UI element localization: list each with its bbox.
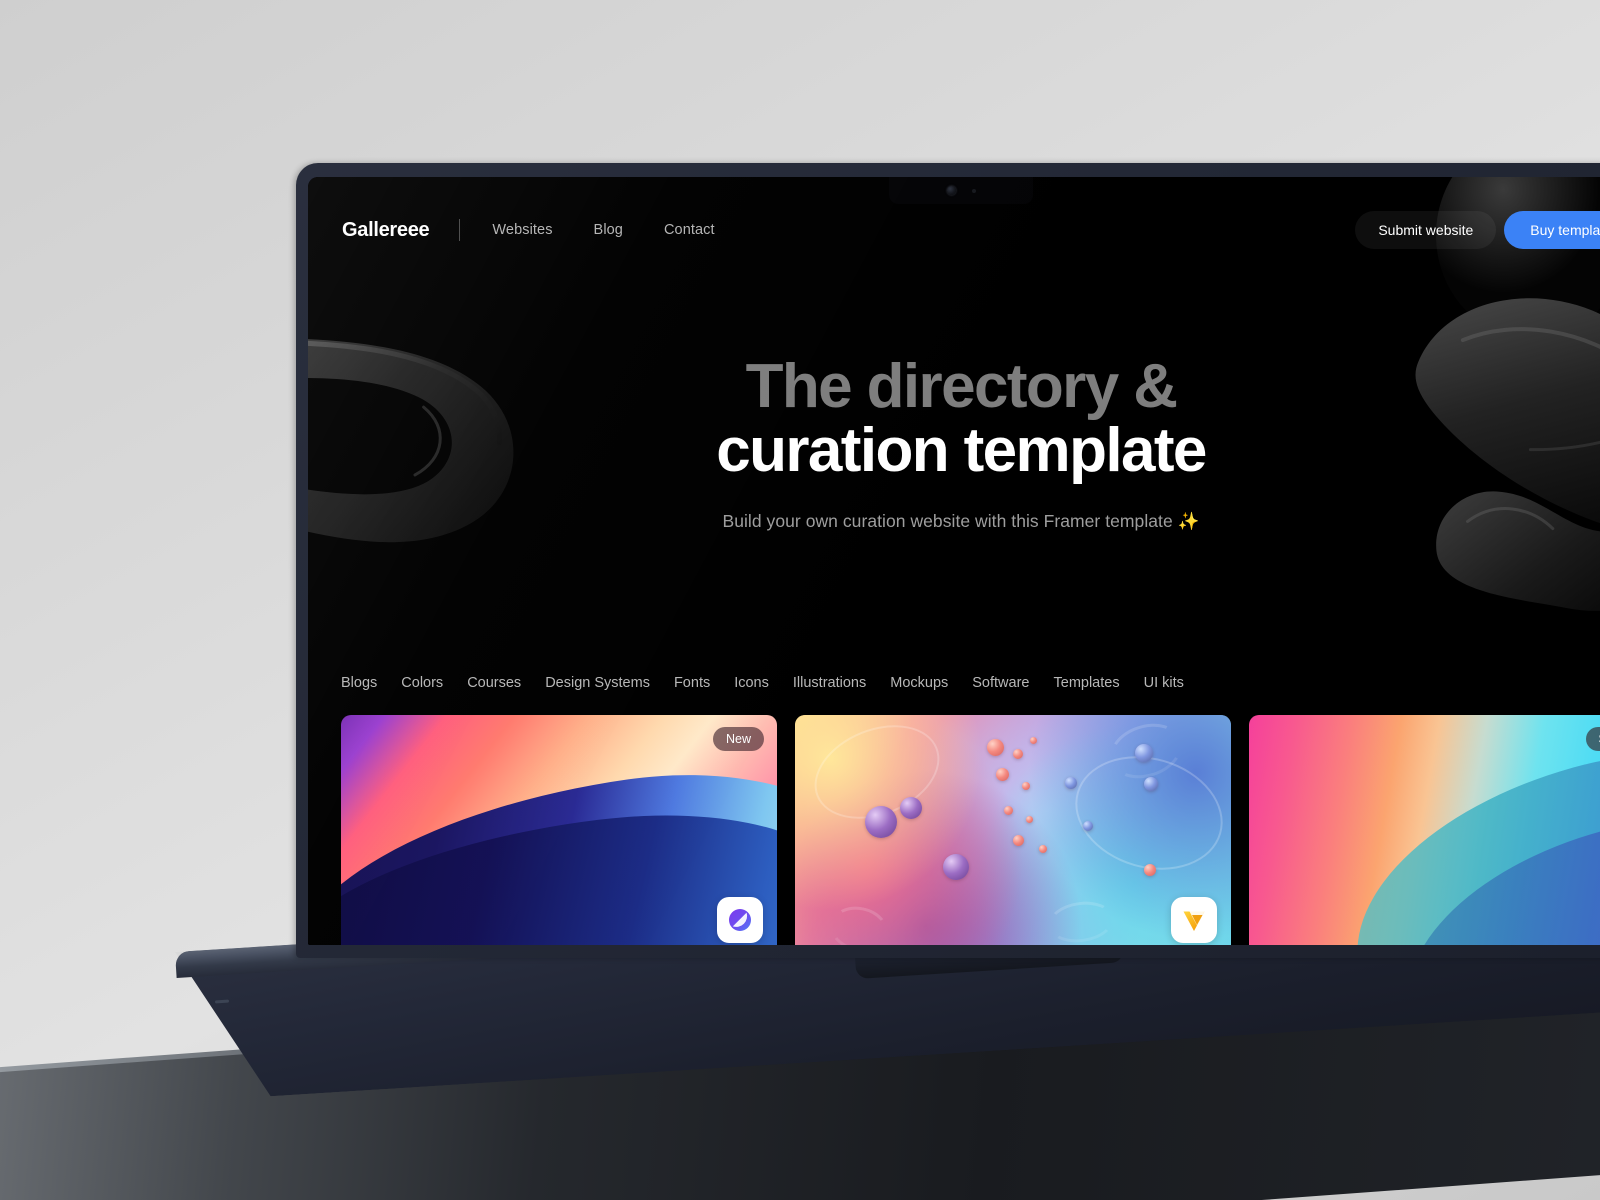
category-colors[interactable]: Colors — [401, 669, 467, 697]
site-navbar: Gallereee Websites Blog Contact Submit w… — [308, 207, 1600, 253]
camera-lens-icon — [946, 186, 956, 195]
category-blogs[interactable]: Blogs — [341, 669, 401, 697]
yellow-v-mark-icon — [1183, 911, 1205, 931]
hero-section: The directory & curation template Build … — [308, 355, 1600, 532]
submit-website-button[interactable]: Submit website — [1355, 211, 1497, 249]
nav-link-blog[interactable]: Blog — [594, 222, 623, 238]
abstract-blob-right-top-icon — [1436, 177, 1600, 339]
nav-divider — [459, 219, 461, 241]
website-card[interactable] — [795, 715, 1231, 945]
scene: Gallereee Websites Blog Contact Submit w… — [0, 0, 1600, 1200]
category-icons[interactable]: Icons — [734, 669, 793, 697]
category-illustrations[interactable]: Illustrations — [793, 669, 890, 697]
category-templates[interactable]: Templates — [1054, 669, 1144, 697]
nav-link-websites[interactable]: Websites — [492, 222, 552, 238]
website-card[interactable]: Sponsored — [1249, 715, 1600, 945]
camera-indicator-dot-icon — [971, 188, 976, 193]
laptop-lid: Gallereee Websites Blog Contact Submit w… — [296, 163, 1600, 958]
site-favicon — [717, 897, 763, 943]
purple-circle-slash-icon — [729, 909, 751, 931]
brand-logo[interactable]: Gallereee — [342, 219, 430, 242]
nav-actions: Submit website Buy template — [1355, 211, 1600, 249]
website-viewport: Gallereee Websites Blog Contact Submit w… — [308, 177, 1600, 945]
page-title: The directory & curation template — [308, 355, 1600, 483]
site-favicon — [1171, 897, 1217, 943]
hero-headline-line1: The directory & — [745, 352, 1178, 421]
category-design-systems[interactable]: Design Systems — [545, 669, 674, 697]
camera-notch — [889, 177, 1033, 204]
laptop-screen: Gallereee Websites Blog Contact Submit w… — [308, 177, 1600, 945]
card-artwork-gradient-waves — [341, 715, 777, 945]
hero-subtitle: Build your own curation website with thi… — [722, 510, 1200, 531]
website-card[interactable]: New — [341, 715, 777, 945]
category-courses[interactable]: Courses — [467, 669, 545, 697]
status-badge: New — [712, 727, 764, 751]
nav-links: Websites Blog Contact — [492, 222, 714, 238]
nav-link-contact[interactable]: Contact — [664, 222, 715, 238]
card-artwork-pink-cyan-wave — [1249, 715, 1600, 945]
website-card-grid: New — [341, 715, 1600, 945]
category-ui-kits[interactable]: UI kits — [1144, 669, 1208, 697]
category-software[interactable]: Software — [972, 669, 1053, 697]
card-artwork-pastel-fluid — [795, 715, 1231, 945]
category-filter-bar: Blogs Colors Courses Design Systems Font… — [308, 669, 1600, 697]
hero-headline-line2: curation template — [716, 415, 1207, 485]
category-fonts[interactable]: Fonts — [674, 669, 734, 697]
category-mockups[interactable]: Mockups — [890, 669, 972, 697]
buy-template-button[interactable]: Buy template — [1504, 211, 1600, 249]
